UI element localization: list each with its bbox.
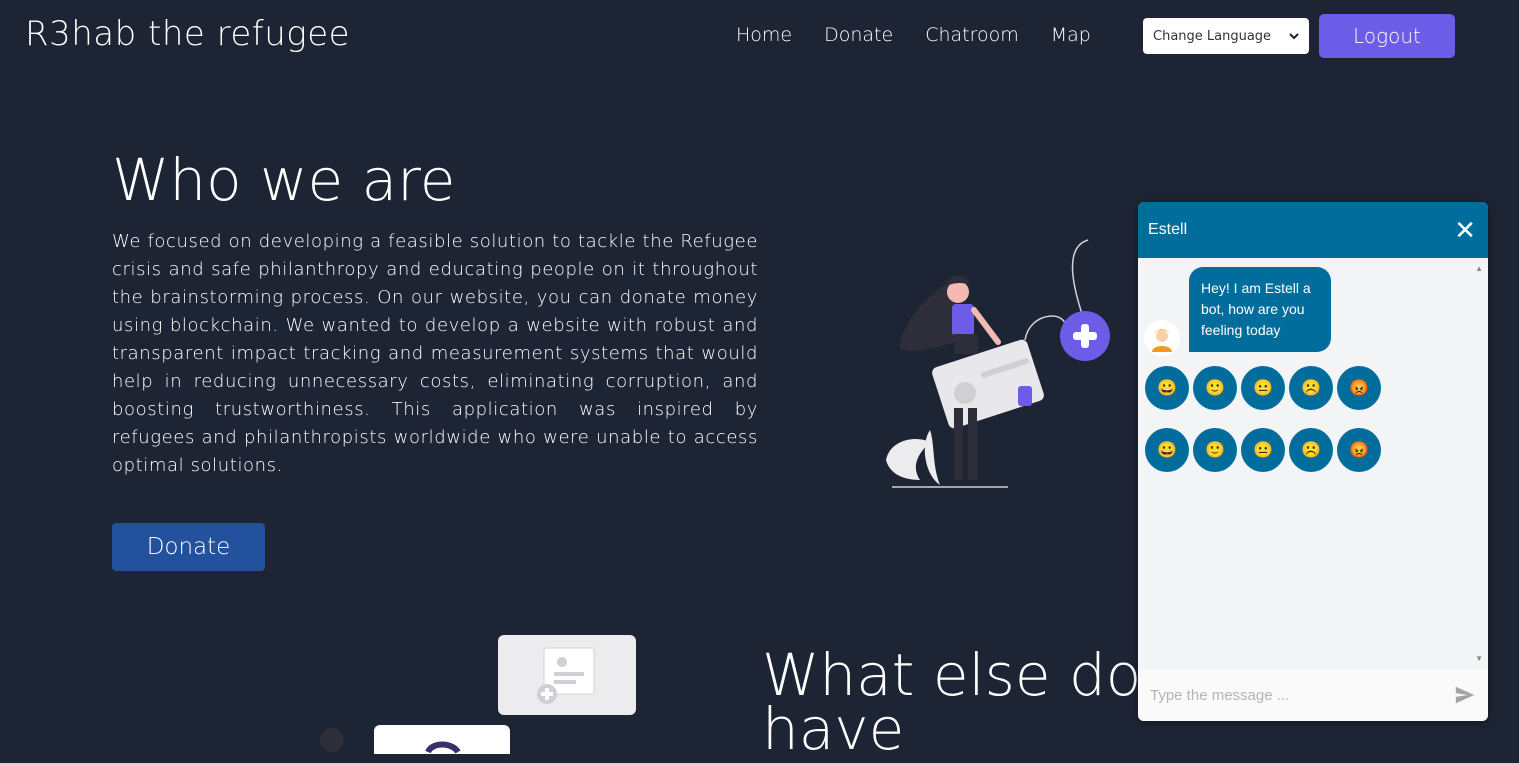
nav-home[interactable]: Home	[736, 24, 792, 46]
chat-messages[interactable]: ▲ Hey! I am Estell a bot, how are you fe…	[1138, 258, 1488, 669]
emoji-neutral-button[interactable]: 😐	[1241, 428, 1285, 472]
bot-avatar	[1144, 320, 1180, 356]
chevron-down-icon	[1289, 33, 1299, 40]
close-icon[interactable]: ✕	[1454, 217, 1476, 243]
logout-button[interactable]: Logout	[1319, 14, 1455, 58]
donate-button[interactable]: Donate	[112, 523, 265, 571]
emoji-sad-button[interactable]: ☹️	[1289, 366, 1333, 410]
page-title: Who we are	[112, 146, 456, 214]
site-brand[interactable]: R3hab the refugee	[25, 14, 350, 54]
emoji-sad-button[interactable]: ☹️	[1289, 428, 1333, 472]
emoji-row: 😀 🙂 😐 ☹️ 😡	[1145, 366, 1381, 410]
chatbot-widget: Estell ✕ ▲ Hey! I am Estell a bot, how a…	[1138, 202, 1488, 721]
nav-map[interactable]: Map	[1051, 24, 1091, 46]
bot-message: Hey! I am Estell a bot, how are you feel…	[1189, 267, 1331, 352]
donation-illustration	[886, 239, 1110, 488]
main-nav: Home Donate Chatroom Map	[736, 24, 1091, 46]
bot-avatar-icon	[1152, 329, 1172, 352]
hero-description: We focused on developing a feasible solu…	[112, 231, 758, 476]
emoji-angry-button[interactable]: 😡	[1337, 366, 1381, 410]
chat-bot-name: Estell	[1148, 221, 1188, 238]
emoji-very-happy-button[interactable]: 😀	[1145, 428, 1189, 472]
emoji-very-happy-button[interactable]: 😀	[1145, 366, 1189, 410]
send-icon[interactable]	[1454, 684, 1476, 706]
emoji-row: 😀 🙂 😐 ☹️ 😡	[1145, 428, 1381, 472]
emoji-angry-button[interactable]: 😡	[1337, 428, 1381, 472]
emoji-happy-button[interactable]: 🙂	[1193, 366, 1237, 410]
scroll-up-icon[interactable]: ▲	[1475, 264, 1483, 273]
language-select[interactable]: Change Language	[1143, 18, 1309, 54]
nav-donate[interactable]: Donate	[824, 24, 893, 46]
nav-chatroom[interactable]: Chatroom	[925, 24, 1019, 46]
document-illustration	[320, 635, 636, 754]
scroll-down-icon[interactable]: ▼	[1475, 654, 1483, 663]
message-input[interactable]	[1148, 685, 1454, 705]
chat-header: Estell ✕	[1138, 202, 1488, 258]
emoji-happy-button[interactable]: 🙂	[1193, 428, 1237, 472]
emoji-neutral-button[interactable]: 😐	[1241, 366, 1285, 410]
language-select-label: Change Language	[1153, 28, 1272, 44]
chat-input-bar	[1138, 669, 1488, 721]
